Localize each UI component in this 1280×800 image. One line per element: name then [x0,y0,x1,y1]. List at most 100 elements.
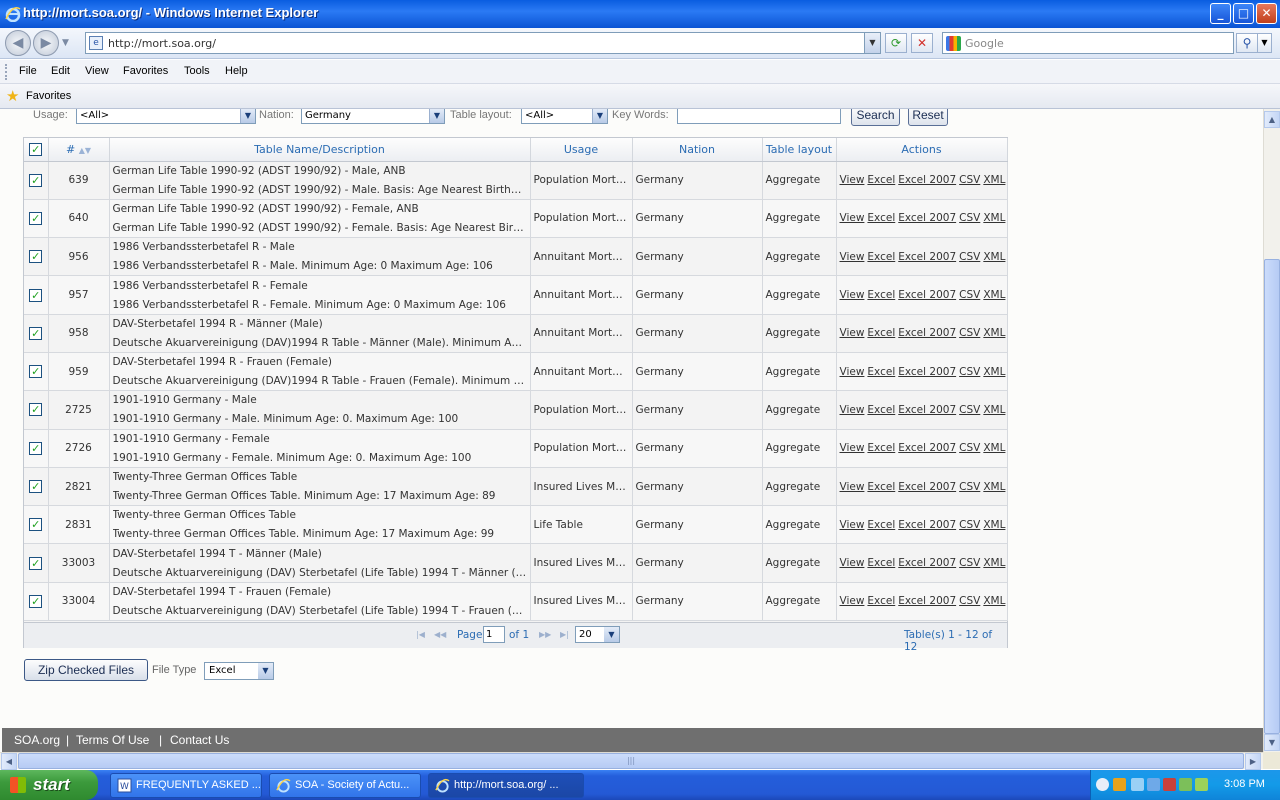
action-link-view[interactable]: View [840,442,865,454]
action-link-excel-2007[interactable]: Excel 2007 [898,174,956,186]
action-link-excel[interactable]: Excel [867,327,895,339]
search-placeholder[interactable]: Google [965,37,1004,50]
action-link-excel[interactable]: Excel [867,174,895,186]
action-link-view[interactable]: View [840,327,865,339]
forward-button[interactable]: ▶ [33,30,59,56]
action-link-csv[interactable]: CSV [959,519,980,531]
tray-wireless-icon[interactable] [1195,778,1208,791]
action-link-excel[interactable]: Excel [867,519,895,531]
action-link-excel-2007[interactable]: Excel 2007 [898,519,956,531]
action-link-xml[interactable]: XML [983,557,1005,569]
row-checkbox[interactable]: ✓ [29,365,43,379]
action-link-xml[interactable]: XML [983,595,1005,607]
row-select-cell[interactable]: ✓ [24,237,49,277]
address-url[interactable]: http://mort.soa.org/ [108,37,216,50]
action-link-excel-2007[interactable]: Excel 2007 [898,251,956,263]
action-link-excel-2007[interactable]: Excel 2007 [898,212,956,224]
action-link-xml[interactable]: XML [983,519,1005,531]
close-button[interactable]: ✕ [1256,3,1277,24]
action-link-view[interactable]: View [840,251,865,263]
action-link-xml[interactable]: XML [983,404,1005,416]
tray-app-icon[interactable] [1113,778,1126,791]
table-row[interactable]: ✓ 959 DAV-Sterbetafel 1994 R - Frauen (Fem… [24,352,1008,392]
table-row[interactable]: ✓ 2726 1901-1910 Germany - Female 1901-1910… [24,429,1008,468]
action-link-xml[interactable]: XML [983,289,1005,301]
action-link-excel-2007[interactable]: Excel 2007 [898,327,956,339]
col-header-num[interactable]: # ▲▼ [48,138,110,162]
action-link-view[interactable]: View [840,519,865,531]
table-row[interactable]: ✓ 640 German Life Table 1990-92 (ADST 1990… [24,199,1008,239]
table-row[interactable]: ✓ 958 DAV-Sterbetafel 1994 R - Männer (Mal… [24,314,1008,353]
search-options-button[interactable]: ▼ [1257,33,1272,53]
action-link-excel-2007[interactable]: Excel 2007 [898,481,956,493]
row-checkbox[interactable]: ✓ [29,173,43,187]
action-link-csv[interactable]: CSV [959,366,980,378]
horizontal-scroll-thumb[interactable]: ||| [18,753,1244,769]
stop-button[interactable]: ✕ [911,33,933,53]
row-select-cell[interactable]: ✓ [24,161,49,200]
action-link-excel[interactable]: Excel [867,251,895,263]
action-link-xml[interactable]: XML [983,442,1005,454]
row-checkbox[interactable]: ✓ [29,326,43,340]
table-row[interactable]: ✓ 2831 Twenty-three German Offices Table Tw… [24,505,1008,545]
task-mort-browser[interactable]: http://mort.soa.org/ ... [428,773,584,798]
action-link-excel[interactable]: Excel [867,289,895,301]
row-checkbox[interactable]: ✓ [29,250,43,264]
table-row[interactable]: ✓ 639 German Life Table 1990-92 (ADST 1990… [24,161,1008,200]
action-link-excel-2007[interactable]: Excel 2007 [898,289,956,301]
action-link-view[interactable]: View [840,404,865,416]
action-link-excel-2007[interactable]: Excel 2007 [898,557,956,569]
last-page-icon[interactable]: ▶| [560,630,569,639]
action-link-excel-2007[interactable]: Excel 2007 [898,442,956,454]
table-row[interactable]: ✓ 957 1986 Verbandssterbetafel R - Female 1… [24,275,1008,315]
menu-view[interactable]: View [85,65,109,77]
row-select-cell[interactable]: ✓ [24,390,49,430]
usage-select[interactable]: <All> ▼ [76,109,256,124]
first-page-icon[interactable]: |◀ [416,630,425,639]
footer-link-terms[interactable]: Terms Of Use [76,733,149,747]
tray-expand-icon[interactable] [1096,778,1109,791]
refresh-button[interactable]: ⟳ [885,33,907,53]
tray-update-icon[interactable] [1179,778,1192,791]
menu-favorites[interactable]: Favorites [123,65,168,77]
row-select-cell[interactable]: ✓ [24,543,49,583]
row-select-cell[interactable]: ✓ [24,314,49,353]
table-row[interactable]: ✓ 2821 Twenty-Three German Offices Table Tw… [24,467,1008,507]
table-row[interactable]: ✓ 33003 DAV-Sterbetafel 1994 T - Männer (M… [24,543,1008,583]
action-link-excel[interactable]: Excel [867,212,895,224]
sort-icon[interactable]: ▲▼ [79,146,91,155]
horizontal-scrollbar[interactable]: ◀ ||| ▶ [0,752,1263,770]
action-link-view[interactable]: View [840,212,865,224]
action-link-excel[interactable]: Excel [867,442,895,454]
action-link-view[interactable]: View [840,557,865,569]
zip-checked-files-button[interactable]: Zip Checked Files [24,659,148,681]
file-type-select[interactable]: Excel ▼ [204,662,274,680]
action-link-csv[interactable]: CSV [959,481,980,493]
action-link-csv[interactable]: CSV [959,595,980,607]
action-link-csv[interactable]: CSV [959,212,980,224]
row-checkbox[interactable]: ✓ [29,480,43,494]
menu-file[interactable]: File [19,65,37,77]
menu-help[interactable]: Help [225,65,248,77]
scroll-right-button[interactable]: ▶ [1245,753,1261,770]
row-select-cell[interactable]: ✓ [24,582,49,622]
row-checkbox[interactable]: ✓ [29,518,43,532]
action-link-view[interactable]: View [840,595,865,607]
search-go-button[interactable]: ⚲ [1236,33,1258,53]
row-checkbox[interactable]: ✓ [29,288,43,302]
vertical-scroll-thumb[interactable] [1264,259,1280,734]
row-checkbox[interactable]: ✓ [29,556,43,570]
action-link-excel[interactable]: Excel [867,404,895,416]
next-page-icon[interactable]: ▶▶ [539,630,551,639]
action-link-xml[interactable]: XML [983,327,1005,339]
nation-select[interactable]: Germany ▼ [301,109,445,124]
footer-link-contact[interactable]: Contact Us [170,733,229,747]
action-link-excel-2007[interactable]: Excel 2007 [898,404,956,416]
row-select-cell[interactable]: ✓ [24,275,49,315]
action-link-excel[interactable]: Excel [867,557,895,569]
action-link-csv[interactable]: CSV [959,327,980,339]
action-link-view[interactable]: View [840,366,865,378]
col-header-nation[interactable]: Nation [632,138,763,162]
recent-pages-dropdown-icon[interactable]: ▼ [62,38,69,48]
action-link-view[interactable]: View [840,481,865,493]
